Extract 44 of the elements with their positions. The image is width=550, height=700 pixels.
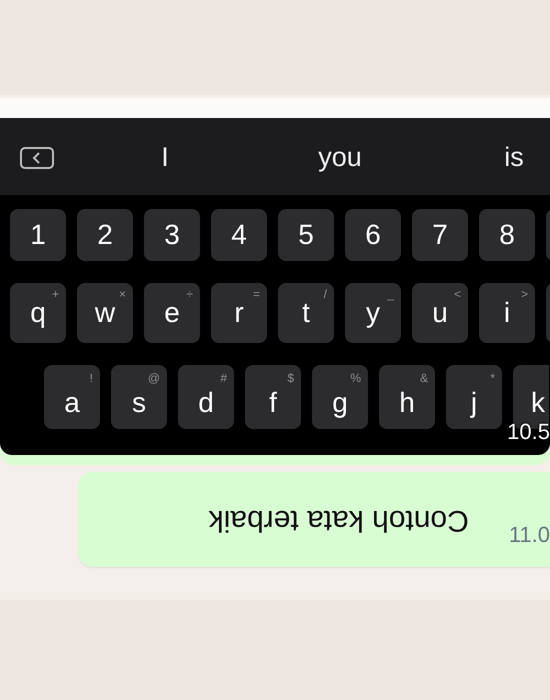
key-hint: & [420, 371, 428, 385]
keyboard-key[interactable]: d # [178, 365, 234, 429]
key-hint: ! [90, 371, 93, 385]
keyboard-key[interactable]: u < [412, 283, 468, 343]
keyboard-key[interactable]: 3 [144, 209, 200, 261]
keyboard-key[interactable]: g % [312, 365, 368, 429]
keyboard-key[interactable]: t / [278, 283, 334, 343]
keyboard-key[interactable]: j * [446, 365, 502, 429]
key-hint: = [252, 287, 260, 301]
keyboard-key[interactable]: 7 [412, 209, 468, 261]
key-hint: > [520, 287, 528, 301]
key-hint: _ [387, 287, 394, 301]
suggestion-word[interactable]: I [161, 142, 169, 173]
key-hint: * [490, 371, 495, 385]
key-hint: × [118, 287, 126, 301]
keyboard-key[interactable]: 8 [479, 209, 535, 261]
keyboard-key[interactable]: 1 [10, 209, 66, 261]
key-hint: $ [287, 371, 294, 385]
keyboard-key[interactable]: w × [77, 283, 133, 343]
key-hint: ÷ [186, 287, 193, 301]
key-hint: @ [148, 371, 160, 385]
keyboard-key[interactable]: s @ [111, 365, 167, 429]
keyboard-key[interactable]: 4 [211, 209, 267, 261]
keyboard-key[interactable]: q + [10, 283, 66, 343]
keyboard-key[interactable]: a ! [44, 365, 100, 429]
keyboard-key[interactable]: r = [211, 283, 267, 343]
keyboard-key[interactable]: 5 [278, 209, 334, 261]
keyboard-key[interactable]: e ÷ [144, 283, 200, 343]
keyboard-key[interactable]: i > [479, 283, 535, 343]
suggestion-word[interactable]: is [504, 142, 524, 173]
keyboard-key[interactable]: 2 [77, 209, 133, 261]
keyboard-key[interactable]: y _ [345, 283, 401, 343]
key-hint: < [454, 287, 461, 301]
keyboard-key[interactable]: 6 [345, 209, 401, 261]
suggestion-word[interactable]: you [318, 142, 362, 173]
key-hint: + [52, 287, 59, 301]
message-time: 11.0 [508, 520, 550, 548]
key-hint: / [324, 287, 327, 301]
message-text: Contoh kata terbaik [208, 502, 469, 536]
back-icon [20, 147, 54, 169]
key-hint: % [350, 371, 361, 385]
keyboard-key[interactable]: f $ [245, 365, 301, 429]
key-hint: # [220, 371, 227, 385]
keyboard-key[interactable]: h & [379, 365, 435, 429]
